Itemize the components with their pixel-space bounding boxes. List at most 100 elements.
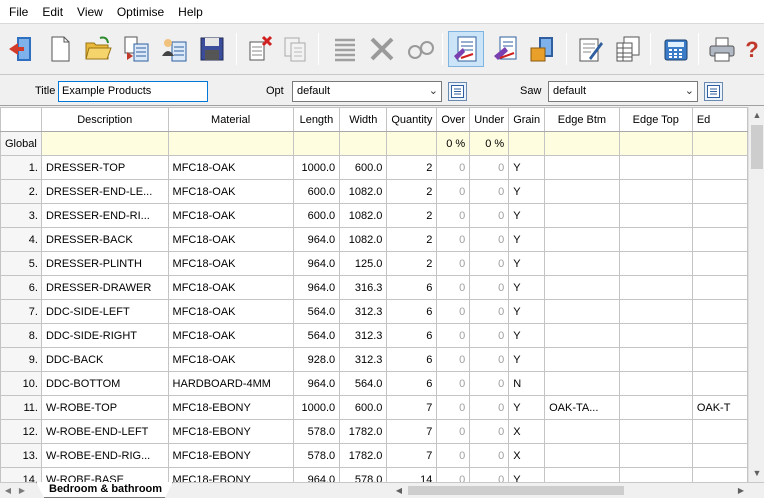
cell-over[interactable]: 0 (436, 155, 471, 180)
cell-over[interactable]: 0 (436, 419, 471, 444)
cell-edge-more[interactable]: OAK-T (691, 395, 748, 420)
open-icon[interactable] (80, 31, 116, 67)
cell-width[interactable]: 1082.0 (339, 203, 388, 228)
global-cell[interactable] (386, 131, 438, 156)
cell-material[interactable]: MFC18-OAK (167, 323, 294, 348)
col-header-edge-more[interactable]: Ed (691, 107, 748, 132)
table-row[interactable]: 8. DDC-SIDE-RIGHT MFC18-OAK 564.0 312.3 6 0 0 Y (0, 323, 748, 348)
cell-width[interactable]: 1082.0 (339, 227, 388, 252)
cell-grain[interactable]: Y (508, 299, 546, 324)
cell-under[interactable]: 0 (469, 251, 510, 276)
cell-under[interactable]: 0 (469, 155, 510, 180)
cell-width[interactable]: 600.0 (339, 395, 388, 420)
print-icon[interactable] (704, 31, 740, 67)
cell-edge-top[interactable] (618, 251, 693, 276)
help-icon[interactable]: ? (740, 31, 764, 67)
cell-length[interactable]: 964.0 (292, 227, 341, 252)
edit-report-icon[interactable] (572, 31, 608, 67)
cell-edge-top[interactable] (618, 275, 693, 300)
cell-edge-top[interactable] (618, 467, 693, 482)
cell-width[interactable]: 564.0 (339, 371, 388, 396)
cell-description[interactable]: DDC-SIDE-LEFT (40, 299, 169, 324)
cell-quantity[interactable]: 14 (386, 467, 438, 482)
table-row[interactable]: 7. DDC-SIDE-LEFT MFC18-OAK 564.0 312.3 6 0 0 Y (0, 299, 748, 324)
cell-edge-btm[interactable] (544, 179, 620, 204)
saw-details-button[interactable] (704, 82, 723, 101)
cell-over[interactable]: 0 (436, 251, 471, 276)
cell-over[interactable]: 0 (436, 323, 471, 348)
table-row[interactable]: 14. W-ROBE-BASE MFC18-EBONY 964.0 578.0 14 0 0 Y (0, 467, 748, 482)
tab-scroll-left-icon[interactable]: ◀ (2, 483, 14, 498)
cell-material[interactable]: MFC18-OAK (167, 299, 294, 324)
cell-edge-btm[interactable] (544, 419, 620, 444)
glasses-icon[interactable] (402, 31, 438, 67)
cell-width[interactable]: 578.0 (339, 467, 388, 482)
cell-width[interactable]: 1782.0 (339, 419, 388, 444)
cell-description[interactable]: DDC-BACK (40, 347, 169, 372)
cell-grain[interactable]: Y (508, 275, 546, 300)
cell-edge-btm[interactable] (544, 155, 620, 180)
global-cell[interactable] (691, 131, 748, 156)
cell-quantity[interactable]: 6 (386, 275, 438, 300)
cell-under[interactable]: 0 (469, 347, 510, 372)
cell-grain[interactable]: Y (508, 251, 546, 276)
cell-material[interactable]: MFC18-EBONY (167, 395, 294, 420)
cell-over[interactable]: 0 (436, 179, 471, 204)
cell-grain[interactable]: Y (508, 179, 546, 204)
cell-length[interactable]: 928.0 (292, 347, 341, 372)
cell-quantity[interactable]: 6 (386, 371, 438, 396)
cell-quantity[interactable]: 6 (386, 323, 438, 348)
cell-edge-more[interactable] (691, 323, 748, 348)
cell-description[interactable]: DRESSER-DRAWER (40, 275, 169, 300)
global-cell[interactable] (40, 131, 169, 156)
cell-edge-top[interactable] (618, 419, 693, 444)
col-header-quantity[interactable]: Quantity (386, 107, 438, 132)
opt-details-button[interactable] (448, 82, 467, 101)
cell-width[interactable]: 1082.0 (339, 179, 388, 204)
global-under[interactable]: 0 % (469, 131, 510, 156)
cell-length[interactable]: 1000.0 (292, 395, 341, 420)
cell-width[interactable]: 600.0 (339, 155, 388, 180)
tab-bedroom-bathroom[interactable]: Bedroom & bathroom (36, 482, 174, 498)
cell-edge-btm[interactable] (544, 443, 620, 468)
cell-description[interactable]: DRESSER-PLINTH (40, 251, 169, 276)
cell-under[interactable]: 0 (469, 395, 510, 420)
table-row[interactable]: 5. DRESSER-PLINTH MFC18-OAK 964.0 125.0 2 0 0 Y (0, 251, 748, 276)
cell-under[interactable]: 0 (469, 299, 510, 324)
cell-grain[interactable]: Y (508, 203, 546, 228)
menu-file[interactable]: File (2, 0, 35, 24)
global-cell[interactable] (292, 131, 341, 156)
cell-edge-more[interactable] (691, 155, 748, 180)
col-header-material[interactable]: Material (167, 107, 294, 132)
table-row[interactable]: 6. DRESSER-DRAWER MFC18-OAK 964.0 316.3 6 0 0 Y (0, 275, 748, 300)
cell-edge-btm[interactable] (544, 323, 620, 348)
cell-quantity[interactable]: 7 (386, 443, 438, 468)
hscroll-thumb[interactable] (408, 486, 624, 495)
cell-length[interactable]: 564.0 (292, 323, 341, 348)
cell-description[interactable]: W-ROBE-END-RIG... (40, 443, 169, 468)
vertical-scrollbar[interactable]: ▲ ▼ (748, 107, 764, 482)
cell-edge-more[interactable] (691, 275, 748, 300)
table-row[interactable]: 1. DRESSER-TOP MFC18-OAK 1000.0 600.0 2 0 0 Y (0, 155, 748, 180)
cell-material[interactable]: MFC18-OAK (167, 203, 294, 228)
cell-under[interactable]: 0 (469, 467, 510, 482)
cell-over[interactable]: 0 (436, 275, 471, 300)
cell-edge-more[interactable] (691, 443, 748, 468)
cell-quantity[interactable]: 7 (386, 395, 438, 420)
cell-grain[interactable]: Y (508, 395, 546, 420)
scroll-down-icon[interactable]: ▼ (749, 465, 764, 482)
cut-icon[interactable] (364, 31, 400, 67)
cell-edge-btm[interactable] (544, 371, 620, 396)
cell-under[interactable]: 0 (469, 371, 510, 396)
menu-view[interactable]: View (70, 0, 110, 24)
cell-length[interactable]: 1000.0 (292, 155, 341, 180)
cell-quantity[interactable]: 2 (386, 227, 438, 252)
cell-over[interactable]: 0 (436, 395, 471, 420)
scroll-thumb[interactable] (751, 125, 763, 169)
cell-material[interactable]: MFC18-EBONY (167, 419, 294, 444)
cell-description[interactable]: DDC-BOTTOM (40, 371, 169, 396)
cell-edge-btm[interactable] (544, 275, 620, 300)
global-over[interactable]: 0 % (436, 131, 471, 156)
cell-under[interactable]: 0 (469, 179, 510, 204)
new-icon[interactable] (42, 31, 78, 67)
